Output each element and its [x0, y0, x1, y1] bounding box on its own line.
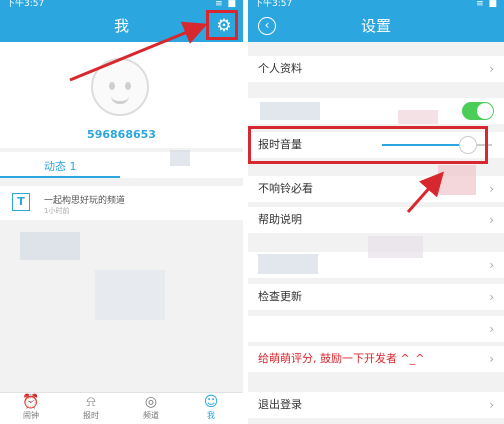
post-title: 一起构思好玩的频道 [44, 196, 126, 206]
alarm-clock-icon: ⏰ [22, 394, 40, 410]
blurred-area [95, 270, 165, 320]
settings-row-check-update[interactable]: 检查更新 › [248, 284, 504, 310]
tab-alarm[interactable]: ⏰ 闹钟 [6, 393, 56, 424]
tab-label: 频道 [143, 411, 159, 420]
row-label: 退出登录 [258, 398, 302, 411]
chevron-right-icon: › [489, 352, 494, 366]
profile-screen: 下午3:57 ≡ ■ 我 ⚙ 596868653 动态 1 T 一起构思好玩的频… [0, 0, 243, 424]
tab-label: 报时 [83, 411, 99, 420]
post-item[interactable]: T 一起构思好玩的频道 1小时前 [0, 186, 243, 220]
globe-icon: ◎ [144, 394, 158, 410]
person-icon: ☺ [203, 394, 219, 410]
annotation-arrow [69, 21, 208, 82]
bell-icon: ⍾ [86, 394, 96, 410]
settings-row-blurred-2[interactable]: › [248, 316, 504, 342]
tab-chime[interactable]: ⍾ 报时 [66, 393, 116, 424]
annotation-arrow [406, 171, 444, 213]
dynamics-tab[interactable]: 动态 1 [0, 152, 243, 178]
row-label: 给萌萌评分, 鼓励一下开发者 ^_^ [258, 352, 425, 365]
text-post-icon: T [12, 193, 30, 211]
user-id: 596868653 [87, 128, 156, 141]
blurred-area [170, 150, 190, 166]
tab-label: 我 [207, 411, 215, 420]
post-time: 1小时前 [44, 207, 70, 215]
tab-me[interactable]: ☺ 我 [186, 393, 236, 424]
settings-row-logout[interactable]: 退出登录 › [248, 392, 504, 418]
row-label: 检查更新 [258, 290, 302, 303]
settings-row-rate[interactable]: 给萌萌评分, 鼓励一下开发者 ^_^ › [248, 346, 504, 372]
dynamics-tab-indicator [0, 176, 120, 178]
tab-label: 闹钟 [23, 411, 39, 420]
chevron-right-icon: › [489, 398, 494, 412]
bottom-tab-bar: ⏰ 闹钟 ⍾ 报时 ◎ 频道 ☺ 我 [0, 392, 243, 424]
settings-screen: 下午3:57 ≡ ■ ‹ 设置 个人资料 › 报时音量 不响铃必看 › 帮助说明… [248, 0, 504, 424]
chevron-right-icon: › [489, 290, 494, 304]
dynamics-label: 动态 1 [44, 160, 77, 173]
blurred-area [20, 232, 80, 260]
tab-channel[interactable]: ◎ 频道 [126, 393, 176, 424]
chevron-right-icon: › [489, 322, 494, 336]
